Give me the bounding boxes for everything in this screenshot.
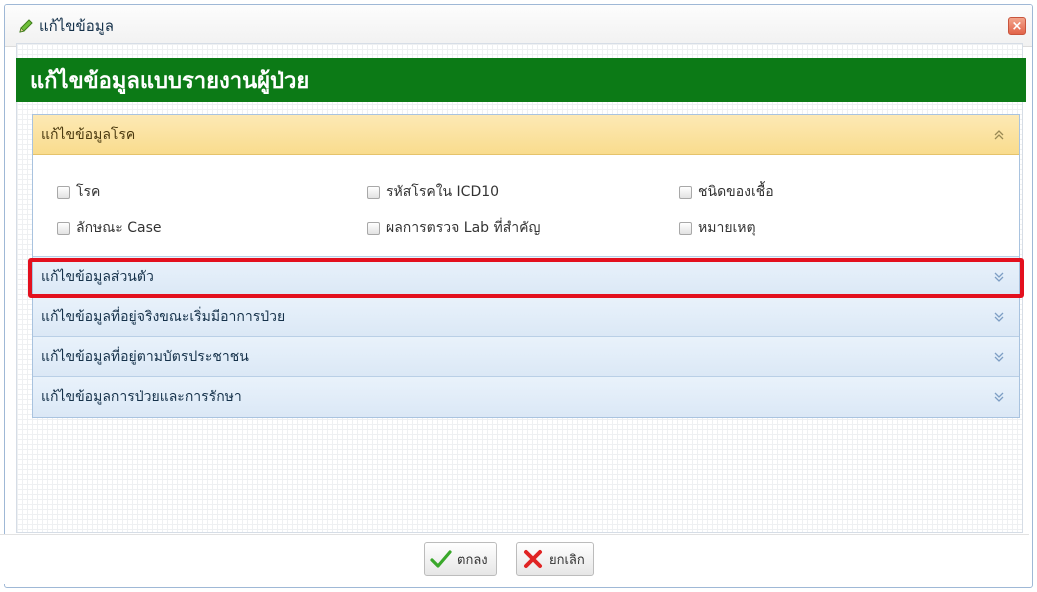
section-header-disease[interactable]: แก้ไขข้อมูลโรค [33, 115, 1019, 155]
section-label: แก้ไขข้อมูลที่อยู่จริงขณะเริ่มมีอาการป่ว… [41, 308, 286, 325]
checkbox[interactable] [679, 185, 692, 199]
dialog-titlebar: แก้ไขข้อมูล × [5, 5, 1032, 47]
section-label: แก้ไขข้อมูลโรค [41, 126, 136, 143]
checkbox-pathogen-type[interactable]: ชนิดของเชื้อ [679, 181, 774, 203]
checkbox-label: รหัสโรคใน ICD10 [386, 184, 500, 200]
page-heading: แก้ไขข้อมูลแบบรายงานผู้ป่วย [16, 58, 1026, 102]
checkbox[interactable] [367, 221, 380, 235]
chevron-down-icon [994, 272, 1004, 282]
chevron-down-icon [994, 352, 1004, 362]
checkbox-disease[interactable]: โรค [57, 181, 100, 203]
chevron-up-icon [994, 129, 1004, 139]
dialog-footer: ตกลง ยกเลิก [0, 534, 1029, 584]
checkbox-case-type[interactable]: ลักษณะ Case [57, 217, 162, 239]
section-header-illness-treatment[interactable]: แก้ไขข้อมูลการป่วยและการรักษา [33, 377, 1019, 417]
section-header-current-address[interactable]: แก้ไขข้อมูลที่อยู่จริงขณะเริ่มมีอาการป่ว… [33, 297, 1019, 337]
close-button[interactable]: × [1008, 17, 1026, 35]
chevron-down-icon [994, 392, 1004, 402]
checkbox-label: โรค [76, 184, 101, 200]
checkbox[interactable] [57, 185, 70, 199]
section-label: แก้ไขข้อมูลส่วนตัว [41, 268, 154, 285]
check-icon [430, 550, 452, 568]
checkbox-label: หมายเหตุ [698, 220, 756, 236]
checkbox-label: ลักษณะ Case [76, 220, 162, 236]
checkbox[interactable] [57, 221, 70, 235]
chevron-down-icon [994, 312, 1004, 322]
section-body-disease: โรค รหัสโรคใน ICD10 ชนิดของเชื้อ ลักษณะ … [33, 155, 1019, 257]
section-label: แก้ไขข้อมูลการป่วยและการรักษา [41, 389, 242, 405]
section-header-id-address[interactable]: แก้ไขข้อมูลที่อยู่ตามบัตรประชาชน [33, 337, 1019, 377]
checkbox-label: ชนิดของเชื้อ [698, 184, 774, 200]
checkbox[interactable] [367, 185, 380, 199]
section-header-personal[interactable]: แก้ไขข้อมูลส่วนตัว [33, 257, 1019, 297]
section-label: แก้ไขข้อมูลที่อยู่ตามบัตรประชาชน [41, 348, 249, 365]
ok-label: ตกลง [457, 552, 488, 568]
section-accordion: แก้ไขข้อมูลโรค โรค รหัสโรคใน ICD10 ชนิดข… [32, 114, 1020, 418]
cancel-button[interactable]: ยกเลิก [516, 542, 594, 576]
cross-icon [524, 550, 542, 568]
cancel-label: ยกเลิก [549, 552, 585, 568]
checkbox[interactable] [679, 221, 692, 235]
checkbox-remark[interactable]: หมายเหตุ [679, 217, 756, 239]
checkbox-icd10[interactable]: รหัสโรคใน ICD10 [367, 181, 499, 203]
checkbox-label: ผลการตรวจ Lab ที่สำคัญ [386, 220, 541, 236]
pencil-icon [19, 18, 33, 33]
ok-button[interactable]: ตกลง [424, 542, 497, 576]
checkbox-lab-result[interactable]: ผลการตรวจ Lab ที่สำคัญ [367, 217, 540, 239]
dialog-title: แก้ไขข้อมูล [39, 16, 114, 35]
